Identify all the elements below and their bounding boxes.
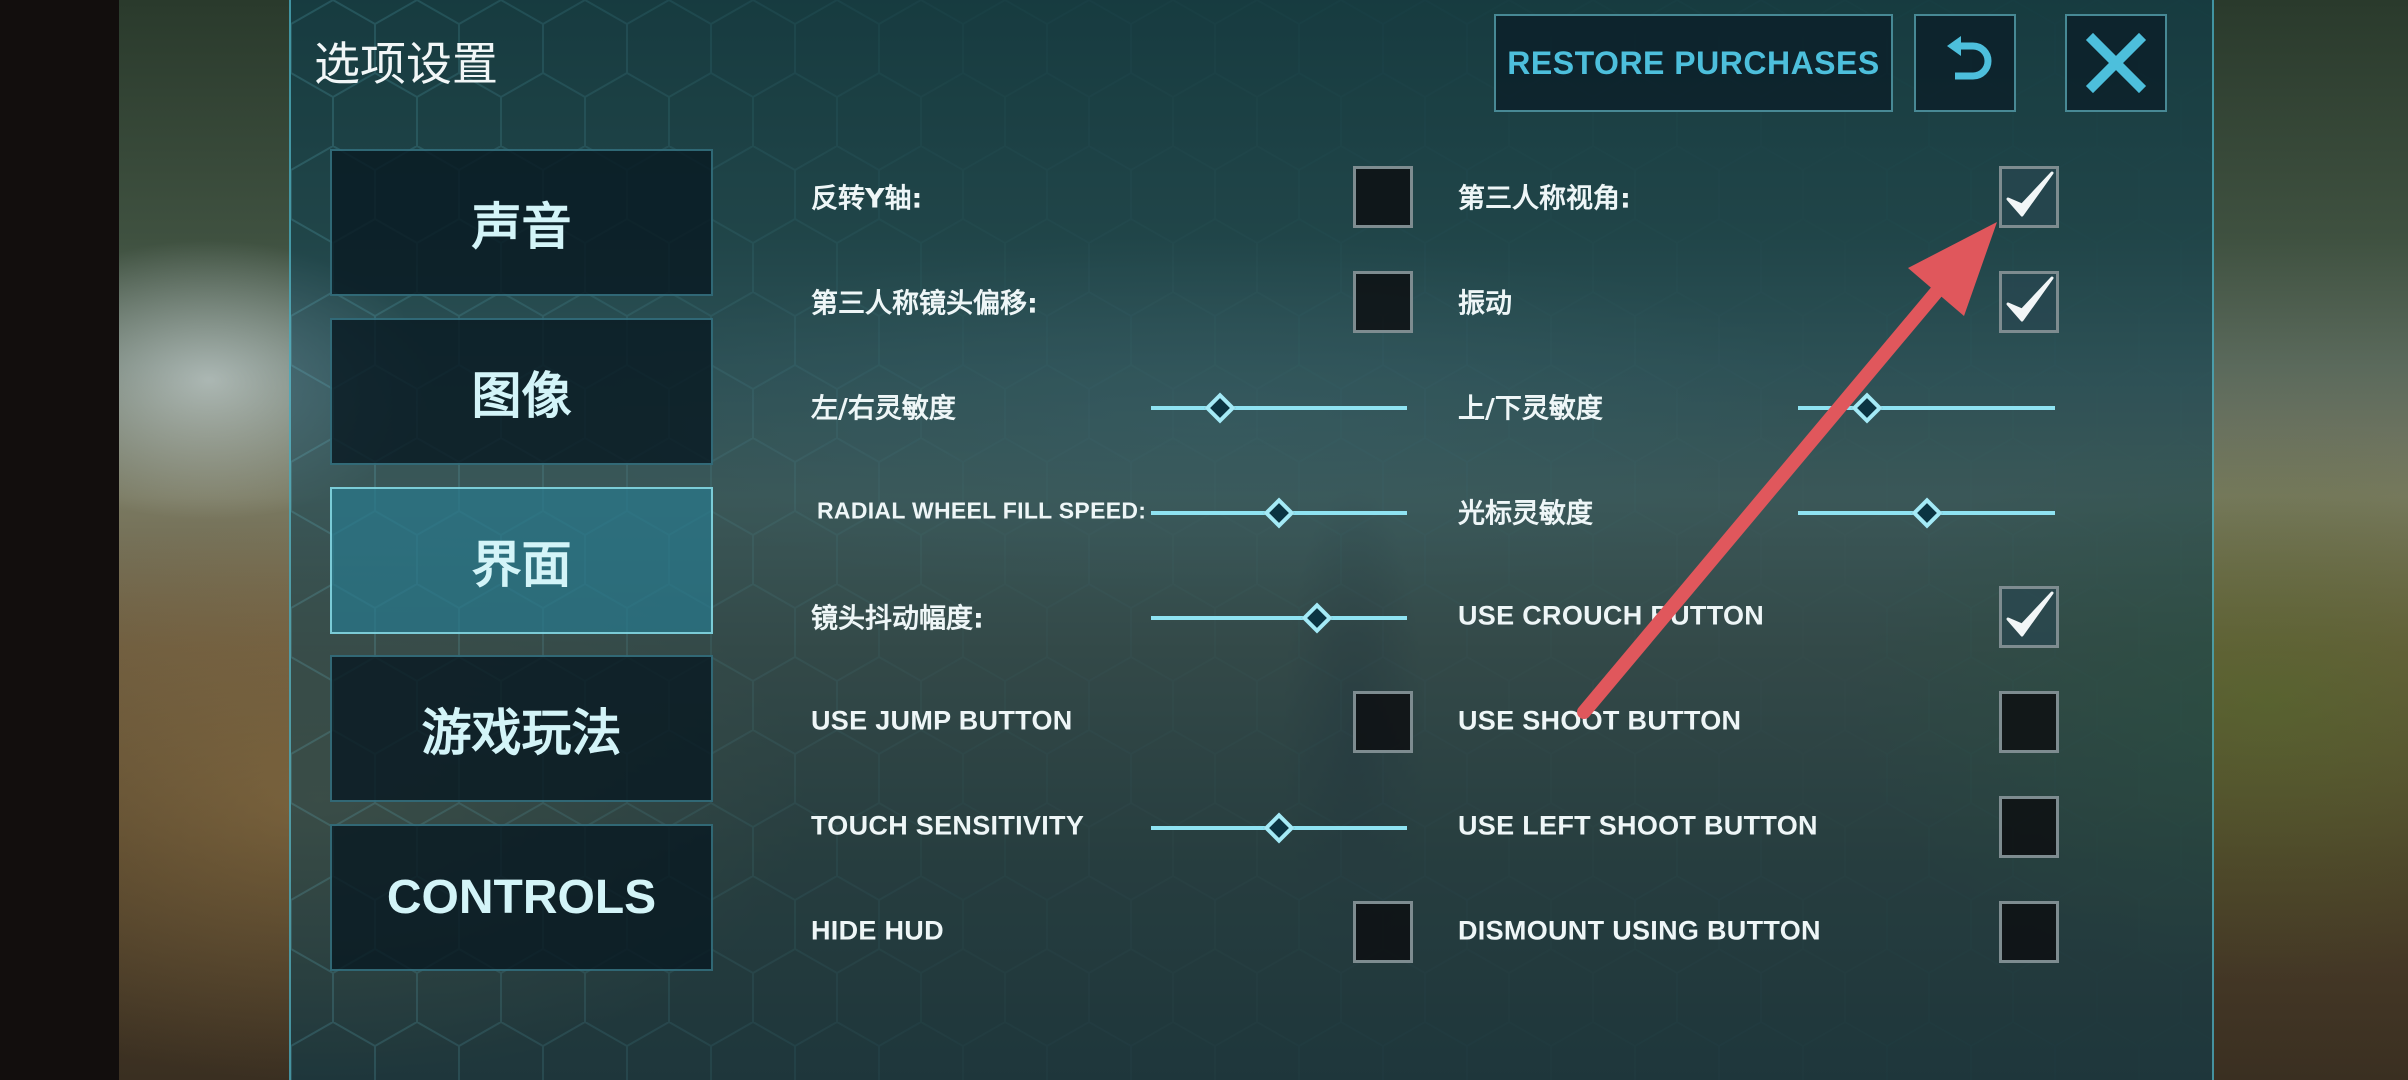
use-jump-label: USE JUMP BUTTON [811,705,1073,736]
touch-sensitivity-slider[interactable] [1151,812,1407,844]
page-title: 选项设置 [314,37,498,91]
slider-knob[interactable] [1851,392,1883,424]
third-person-view-label: 第三人称视角: [1458,183,1631,215]
tab-gameplay[interactable]: 游戏玩法 [330,655,713,802]
slider-knob[interactable] [1204,392,1236,424]
close-icon [2085,32,2147,94]
close-button[interactable] [2065,14,2167,112]
tab-interface[interactable]: 界面 [330,487,713,634]
use-left-shoot-checkbox[interactable] [1999,796,2059,858]
vibration-label: 振动 [1458,288,1512,320]
checkmark-icon [2006,276,2054,322]
tab-controls[interactable]: CONTROLS [330,824,713,971]
cursor-sensitivity-label: 光标灵敏度 [1458,498,1593,530]
slider-track [1798,406,2055,410]
lr-sensitivity-label: 左/右灵敏度 [811,393,956,425]
invert-y-checkbox[interactable] [1353,166,1413,228]
slider-track [1151,616,1407,620]
checkmark-icon [2006,591,2054,637]
slider-track [1151,406,1407,410]
radial-wheel-slider[interactable] [1151,497,1407,529]
slider-knob[interactable] [1263,812,1295,844]
camera-shake-label: 镜头抖动幅度: [811,603,984,635]
slider-knob[interactable] [1263,497,1295,529]
vibration-checkbox[interactable] [1999,271,2059,333]
invert-y-label: 反转Y轴: [811,183,923,215]
touch-sensitivity-label: TOUCH SENSITIVITY [811,810,1085,841]
hide-hud-label: HIDE HUD [811,915,944,946]
use-crouch-checkbox[interactable] [1999,586,2059,648]
tab-sound[interactable]: 声音 [330,149,713,296]
dismount-button-label: DISMOUNT USING BUTTON [1458,915,1821,946]
third-person-view-checkbox[interactable] [1999,166,2059,228]
checkmark-icon [2006,171,2054,217]
lr-sensitivity-slider[interactable] [1151,392,1407,424]
cursor-sensitivity-slider[interactable] [1798,497,2055,529]
tab-graphics[interactable]: 图像 [330,318,713,465]
use-shoot-checkbox[interactable] [1999,691,2059,753]
ud-sensitivity-slider[interactable] [1798,392,2055,424]
use-shoot-label: USE SHOOT BUTTON [1458,705,1742,736]
dismount-button-checkbox[interactable] [1999,901,2059,963]
undo-button[interactable] [1914,14,2016,112]
undo-icon [1947,36,1992,80]
use-jump-checkbox[interactable] [1353,691,1413,753]
restore-purchases-button[interactable]: RESTORE PURCHASES [1494,14,1893,112]
camera-shake-slider[interactable] [1151,602,1407,634]
radial-wheel-label: RADIAL WHEEL FILL SPEED: [817,497,1147,524]
slider-knob[interactable] [1910,497,1943,529]
use-left-shoot-label: USE LEFT SHOOT BUTTON [1458,810,1818,841]
hide-hud-checkbox[interactable] [1353,901,1413,963]
slider-knob[interactable] [1301,602,1333,634]
third-person-offset-checkbox[interactable] [1353,271,1413,333]
ud-sensitivity-label: 上/下灵敏度 [1458,393,1603,425]
use-crouch-label: USE CROUCH BUTTON [1458,600,1765,631]
third-person-offset-label: 第三人称镜头偏移: [811,288,1038,320]
